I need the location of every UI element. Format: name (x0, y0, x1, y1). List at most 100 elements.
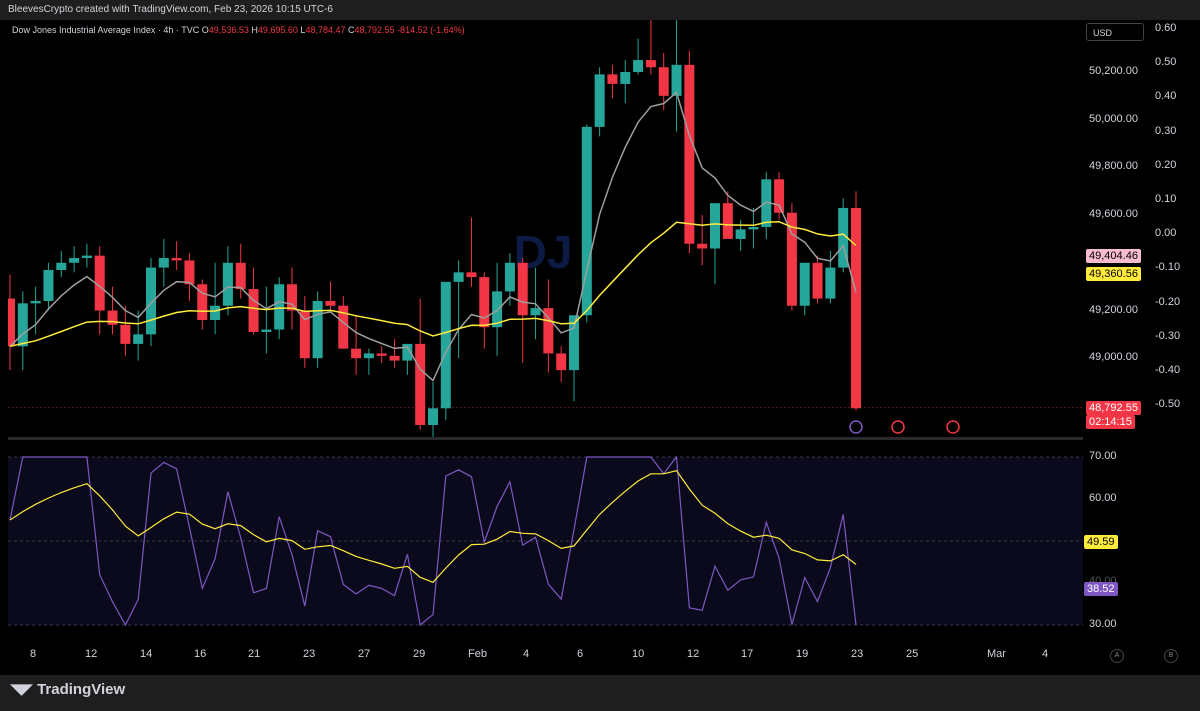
price-axis-label: 49,600.00 (1089, 208, 1138, 221)
tv-logo-icon: ◥◤ (10, 681, 34, 698)
pct-axis-label: -0.20 (1155, 295, 1181, 308)
time-axis-label: Mar (987, 648, 1006, 660)
rsi-axis-label: 30.00 (1089, 618, 1117, 630)
rsi-ma-tag: 49.59 (1084, 535, 1118, 549)
last-price-tag: 48,792.55 (1086, 401, 1141, 415)
pct-axis-label: -0.40 (1155, 364, 1181, 376)
candle-body (710, 203, 720, 249)
candle-body (146, 267, 156, 335)
candle-body (774, 179, 785, 213)
candle-body (530, 308, 541, 316)
time-axis-label: 16 (194, 648, 207, 660)
axis-circle-button-2[interactable]: B (1164, 649, 1178, 663)
candle-body (158, 258, 169, 268)
time-axis-label: 19 (796, 648, 809, 660)
chart-window: BleevesCrypto created with TradingView.c… (0, 0, 1200, 711)
rsi-axis-label: 70.00 (1089, 450, 1117, 462)
candle-body (17, 303, 28, 347)
time-axis-label: 10 (632, 648, 645, 660)
legend-open: 49,536.53 (208, 25, 249, 35)
pct-axis-label: 0.30 (1155, 124, 1177, 137)
price-axis-label: 49,200.00 (1089, 303, 1138, 316)
pct-axis-label: 0.20 (1155, 158, 1177, 171)
time-axis-label: Feb (468, 648, 487, 660)
candle-body (504, 262, 515, 292)
time-axis-label: 27 (358, 648, 371, 660)
ohlc-legend: Dow Jones Industrial Average Index · 4h … (12, 25, 465, 35)
time-axis-label: 25 (906, 648, 919, 660)
rsi-value-tag: 38.52 (1084, 582, 1118, 596)
candle-body (453, 272, 464, 282)
candle-body (363, 353, 374, 359)
candle-body (607, 74, 618, 84)
candle-body (825, 267, 836, 299)
candle-body (8, 298, 15, 347)
pct-axis-label: -0.50 (1155, 398, 1181, 411)
rsi-axis-label: 60.00 (1089, 492, 1117, 504)
candle-body (697, 243, 708, 249)
candle-body (69, 258, 80, 263)
ema-fast-price-tag: 49,404.46 (1086, 249, 1141, 263)
legend-symbol: Dow Jones Industrial Average Index · 4h … (12, 25, 200, 35)
time-axis-label: 8 (30, 648, 37, 660)
time-axis-label: 6 (577, 648, 584, 660)
candle-body (389, 355, 400, 361)
candle-body (261, 329, 272, 332)
header-credit: BleevesCrypto created with TradingView.c… (0, 0, 1200, 20)
time-axis-label: 12 (687, 648, 700, 660)
candle-body (171, 258, 182, 261)
footer-brand: TradingView (37, 681, 126, 698)
candles-layer (8, 20, 861, 437)
event-icon-2 (946, 420, 960, 434)
price-axis-label: 49,000.00 (1089, 351, 1138, 364)
legend-high: 49,695.60 (257, 25, 298, 35)
pct-axis-label: 0.50 (1155, 56, 1177, 69)
tradingview-logo: ◥◤ TradingView (10, 680, 125, 698)
candle-body (325, 300, 336, 306)
candle-body (748, 227, 759, 230)
chart-svg[interactable]: DJ (8, 20, 1083, 660)
candle-body (376, 353, 387, 356)
pct-axis-label: 0.10 (1155, 193, 1177, 205)
candle-body (120, 324, 131, 344)
candle-body (722, 203, 733, 239)
currency-button[interactable]: USD (1086, 23, 1144, 41)
ema-slow-price-tag: 49,360.56 (1086, 267, 1141, 281)
candle-body (633, 60, 644, 72)
candle-body (133, 334, 144, 344)
legend-close: 48,792.55 (354, 25, 395, 35)
candle-body (735, 229, 746, 239)
chart-area[interactable]: DJ (8, 20, 1083, 660)
candle-body (645, 60, 656, 68)
candle-body (851, 207, 861, 409)
candle-body (594, 74, 605, 127)
candle-body (222, 262, 233, 306)
legend-low: 48,784.47 (305, 25, 346, 35)
candle-body (517, 262, 528, 316)
legend-change: -814.52 (-1.64%) (397, 25, 465, 35)
event-icon-1 (891, 420, 905, 434)
candle-body (556, 353, 567, 371)
candle-body (658, 67, 669, 96)
candle-body (466, 272, 477, 278)
candle-body (479, 277, 490, 328)
countdown-tag: 02:14:15 (1086, 415, 1135, 429)
candle-body (312, 300, 323, 359)
candle-body (30, 300, 41, 304)
candle-body (684, 64, 695, 244)
candle-body (812, 262, 823, 299)
candle-body (287, 284, 297, 311)
time-axis-label: 14 (140, 648, 153, 660)
price-axis-label: 49,800.00 (1089, 160, 1138, 173)
candle-body (620, 72, 631, 84)
candle-body (799, 262, 810, 306)
time-axis-label: 29 (413, 648, 426, 660)
event-icons (849, 420, 960, 434)
time-axis-label: 4 (523, 648, 530, 660)
candle-body (81, 255, 92, 259)
time-axis-label: 17 (741, 648, 754, 660)
time-axis-label: 23 (303, 648, 316, 660)
candle-body (274, 284, 285, 330)
axis-circle-button-1[interactable]: A (1110, 649, 1124, 663)
time-axis-label: 12 (85, 648, 98, 660)
